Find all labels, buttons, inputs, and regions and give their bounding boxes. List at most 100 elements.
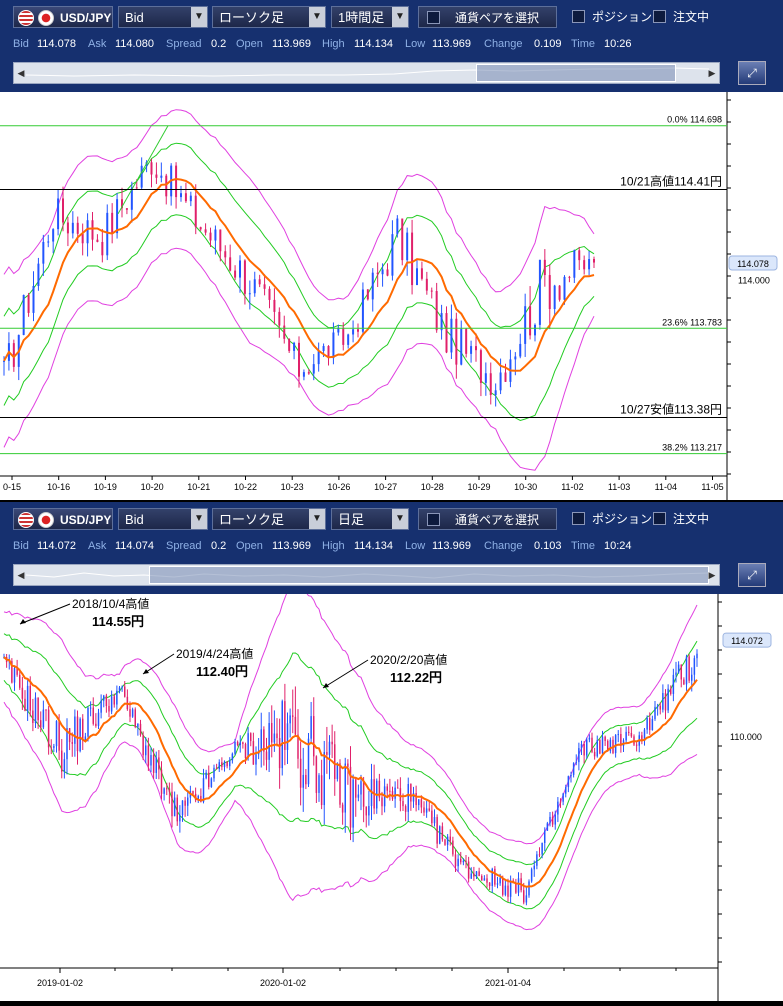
candle-body xyxy=(45,709,47,711)
candle-body xyxy=(475,871,478,877)
pair-checkbox[interactable] xyxy=(427,513,440,526)
candle-body xyxy=(425,278,428,291)
symbol-selector[interactable]: USD/JPY xyxy=(13,508,113,530)
zoom-icon[interactable]: ⤢ xyxy=(738,61,766,85)
current-price-label: 114.072 xyxy=(731,636,763,646)
symbol-selector[interactable]: USD/JPY xyxy=(13,6,113,28)
spread-label: Spread xyxy=(166,38,202,50)
navigator-window[interactable] xyxy=(149,566,709,584)
chart-area[interactable]: 0.0% 114.698 23.6% 113.783 38.2% 113.217 10… xyxy=(0,92,783,500)
candle-body xyxy=(411,232,414,286)
candle-body xyxy=(573,250,576,278)
candle-body xyxy=(430,290,433,292)
low-annotation: 10/27安値113.38円 xyxy=(620,402,722,417)
hourly-chart-panel: USD/JPY Bid ▼ ローソク足 ▼ 1時間足 ▼ 通貨ペアを選択 ポジシ… xyxy=(0,0,783,500)
candle-body xyxy=(538,259,541,325)
navigator-bar[interactable]: ◀ ▶ xyxy=(13,62,720,84)
candle-body xyxy=(489,373,492,396)
pair-select-button[interactable]: 通貨ペアを選択 xyxy=(418,6,557,28)
order-checkbox[interactable] xyxy=(653,10,666,23)
candle-body xyxy=(473,873,475,877)
candle-body xyxy=(108,705,110,712)
candle-body xyxy=(289,715,291,724)
chart-type-select[interactable]: ローソク足 ▼ xyxy=(212,6,326,28)
candle-body xyxy=(160,175,163,178)
candle-body xyxy=(397,787,399,789)
candle-body xyxy=(37,697,39,721)
candle-body xyxy=(326,752,328,755)
candle-body xyxy=(62,198,64,223)
candle-body xyxy=(444,839,446,845)
order-checkbox[interactable] xyxy=(653,512,666,525)
candle-body xyxy=(401,218,404,261)
candle-body xyxy=(323,752,325,806)
upper-band-2 xyxy=(3,109,595,301)
candle-body xyxy=(651,719,654,731)
candle-body xyxy=(460,328,463,365)
candle-body xyxy=(204,229,207,233)
nav-right-icon[interactable]: ▶ xyxy=(707,63,717,83)
navigator-bar[interactable]: ◀ ▶ xyxy=(13,564,720,586)
candle-body xyxy=(273,299,276,312)
candle-body xyxy=(244,743,247,759)
annotation-arrow xyxy=(322,659,369,689)
candle-body xyxy=(404,806,407,812)
candle-body xyxy=(76,222,79,234)
candle-body xyxy=(519,343,522,357)
candle-body xyxy=(675,672,677,675)
position-label: ポジション xyxy=(592,512,653,526)
candle-body xyxy=(224,251,227,258)
position-checkbox[interactable] xyxy=(572,10,585,23)
candle-body xyxy=(268,288,271,300)
candle-body xyxy=(243,260,246,294)
candle-body xyxy=(376,272,379,275)
chart-area[interactable]: 114.072 110.000 2018/10/4高値 114.55円 2019/4/2… xyxy=(0,573,783,1001)
candle-body xyxy=(223,761,226,767)
candle-body xyxy=(276,733,278,739)
pair-checkbox[interactable] xyxy=(427,11,440,24)
candle-body xyxy=(124,686,126,697)
candle-body xyxy=(544,830,546,843)
nav-left-icon[interactable]: ◀ xyxy=(16,63,26,83)
candle-body xyxy=(580,744,583,749)
navigator-window[interactable] xyxy=(476,64,676,82)
candle-body xyxy=(567,776,570,788)
candle-body xyxy=(95,723,97,726)
candle-body xyxy=(236,741,239,746)
nav-right-icon[interactable]: ▶ xyxy=(707,565,717,585)
timeframe-select[interactable]: 日足 ▼ xyxy=(331,508,409,530)
candle-body xyxy=(440,313,443,331)
bid-label: Bid xyxy=(13,540,29,552)
nav-left-icon[interactable]: ◀ xyxy=(16,565,26,585)
timeframe-select[interactable]: 1時間足 ▼ xyxy=(331,6,409,28)
candle-body xyxy=(533,865,535,870)
position-checkbox[interactable] xyxy=(572,512,585,525)
candle-body xyxy=(578,748,580,763)
candle-body xyxy=(441,826,444,840)
high-value: 114.134 xyxy=(354,38,393,50)
pair-select-button[interactable]: 通貨ペアを選択 xyxy=(418,508,557,530)
candle-body xyxy=(194,195,197,228)
chart-type-select[interactable]: ローソク足 ▼ xyxy=(212,508,326,530)
candle-body xyxy=(670,688,672,694)
candle-body xyxy=(209,232,212,241)
candle-body xyxy=(229,257,232,271)
candle-body xyxy=(457,858,459,867)
spread-label: Spread xyxy=(166,540,202,552)
time-label: Time xyxy=(571,540,596,552)
candle-body xyxy=(509,880,512,897)
candle-body xyxy=(646,717,648,730)
candle-body xyxy=(402,801,404,807)
candle-body xyxy=(86,220,89,244)
zoom-icon[interactable]: ⤢ xyxy=(738,563,766,587)
price-type-select[interactable]: Bid ▼ xyxy=(118,6,208,28)
candle-body xyxy=(475,346,477,351)
candle-body xyxy=(305,774,307,785)
chevron-down-icon: ▼ xyxy=(191,7,207,27)
candle-body xyxy=(91,220,94,240)
candle-body xyxy=(298,342,300,377)
candle-body xyxy=(19,674,21,688)
price-type-select[interactable]: Bid ▼ xyxy=(118,508,208,530)
candle-body xyxy=(52,229,55,242)
candle-body xyxy=(553,285,556,309)
